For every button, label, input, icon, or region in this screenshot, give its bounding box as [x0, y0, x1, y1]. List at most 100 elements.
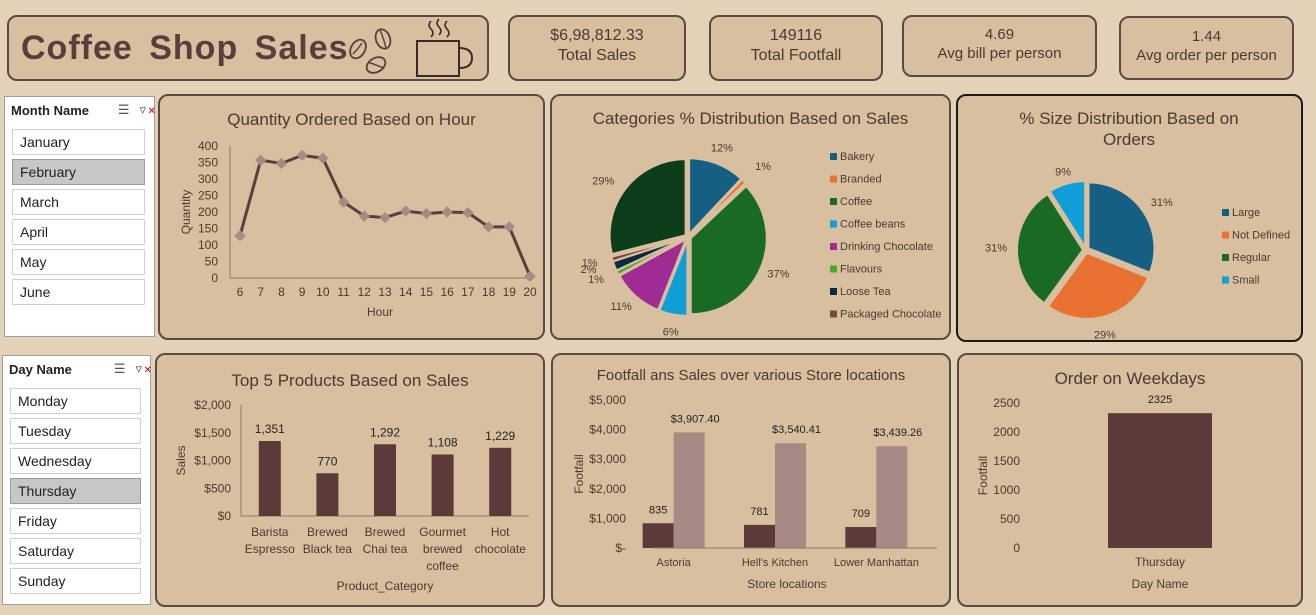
slicer-item-friday[interactable]: Friday: [10, 508, 141, 534]
legend-swatch: [830, 243, 837, 250]
data-point: [441, 206, 453, 218]
slicer-item-sunday[interactable]: Sunday: [10, 568, 141, 594]
kpi-label: Total Footfall: [750, 47, 842, 64]
y-tick-label: 100: [198, 238, 218, 252]
x-tick-label: 8: [278, 285, 285, 299]
slicer-item-february[interactable]: February: [12, 159, 145, 185]
data-point: [255, 154, 267, 166]
y-tick-label: 0: [211, 271, 218, 285]
x-tick-label: Astoria: [657, 557, 692, 569]
bar: [431, 454, 454, 516]
slicer-item-january[interactable]: January: [12, 129, 145, 155]
category-pie-panel: Categories % Distribution Based on Sales…: [550, 94, 951, 340]
store-locations-chart-panel: Footfall ans Sales over various Store lo…: [551, 353, 951, 607]
y-tick-label: $1,500: [194, 426, 231, 440]
y-axis-title: Footfall: [572, 454, 586, 493]
legend-swatch: [830, 310, 837, 318]
x-tick-label: 7: [257, 285, 264, 299]
slicer-item-thursday[interactable]: Thursday: [10, 478, 141, 504]
y-tick-label: 200: [198, 205, 218, 219]
pie-data-label: 31%: [1151, 197, 1173, 209]
data-point: [296, 149, 308, 161]
bar: [744, 524, 775, 548]
bar: [673, 432, 705, 548]
month-slicer: Month Name ☰ ▿ ✕ January February March A…: [4, 96, 156, 337]
x-tick-label: Lower Manhattan: [834, 557, 919, 569]
x-tick-label: 13: [378, 285, 392, 299]
slicer-item-march[interactable]: March: [12, 189, 145, 215]
legend-swatch: [830, 198, 837, 205]
data-point: [400, 205, 412, 217]
x-tick-label: Barista: [251, 525, 289, 539]
kpi-value: $6,98,812.33: [550, 27, 644, 44]
x-tick-label: 20: [523, 285, 537, 299]
bar: [1108, 413, 1212, 548]
bar-data-label: 2325: [1148, 394, 1172, 406]
legend-label: Branded: [840, 174, 882, 186]
legend-swatch: [830, 153, 837, 160]
top-products-chart: $2,000 $1,500 $1,000 $500 $0 1,351 Barista Espr…: [174, 398, 529, 593]
bar: [876, 446, 908, 548]
y-tick-label: $500: [204, 481, 231, 495]
bar-data-label: 1,108: [428, 436, 458, 450]
y-tick-label: 500: [1000, 512, 1020, 526]
legend-swatch: [1222, 254, 1229, 261]
x-tick-label: 6: [237, 285, 244, 299]
x-tick-label: Gourmet: [419, 525, 466, 539]
legend-label: Regular: [1232, 252, 1271, 264]
clear-filter-icon[interactable]: ▿ ✕: [135, 361, 151, 377]
x-axis-title: Store locations: [747, 577, 826, 591]
pie-data-label: 12%: [711, 142, 733, 154]
hourly-quantity-chart: 400 350 300 250 200 150 100 50 0 6 7 8 9 10 11 12 13 14 15…: [179, 139, 537, 319]
slicer-item-may[interactable]: May: [12, 249, 145, 275]
legend-label: Large: [1232, 207, 1260, 219]
slicer-item-april[interactable]: April: [12, 219, 145, 245]
slicer-item-wednesday[interactable]: Wednesday: [10, 448, 141, 474]
kpi-value: 149116: [769, 27, 823, 44]
slicer-item-saturday[interactable]: Saturday: [10, 538, 141, 564]
pie-data-label: 29%: [592, 176, 614, 188]
x-axis-title: Hour: [367, 305, 393, 319]
bar-data-label: 835: [649, 504, 667, 516]
x-tick-label: 17: [461, 285, 475, 299]
x-tick-label: chocolate: [475, 542, 527, 556]
bar: [258, 441, 281, 516]
bar-data-label: 1,229: [485, 429, 515, 443]
x-tick-label: Espresso: [245, 542, 295, 556]
y-tick-label: $2,000: [194, 398, 231, 412]
slicer-item-tuesday[interactable]: Tuesday: [10, 418, 141, 444]
bar: [316, 473, 339, 516]
legend-label: Loose Tea: [840, 286, 891, 298]
y-tick-label: $1,000: [589, 511, 626, 525]
y-tick-label: $5,000: [589, 393, 626, 407]
bar: [489, 447, 512, 516]
data-point: [234, 230, 246, 242]
multi-select-icon[interactable]: ☰: [118, 102, 130, 118]
pie-data-label: 1%: [755, 161, 771, 173]
kpi-value: 1.44: [1191, 28, 1222, 45]
data-point: [275, 157, 288, 170]
y-tick-label: 400: [198, 139, 218, 153]
legend-label: Drinking Chocolate: [840, 241, 933, 253]
slicer-item-monday[interactable]: Monday: [10, 388, 141, 414]
legend-swatch: [830, 175, 837, 183]
bar-data-label: $3,540.41: [772, 424, 821, 436]
page-title: Coffee Shop Sales: [21, 29, 349, 67]
kpi-value: 4.69: [984, 26, 1015, 43]
pie-data-label: 9%: [1055, 166, 1071, 178]
slicer-item-june[interactable]: June: [12, 279, 145, 305]
hourly-quantity-chart-panel: Quantity Ordered Based on Hour 400 350 300…: [158, 94, 545, 340]
y-axis-title: Footfall: [976, 456, 990, 495]
legend-label: Small: [1232, 275, 1260, 287]
x-axis-title: Product_Category: [337, 579, 434, 593]
bar-data-label: 709: [852, 508, 870, 520]
day-slicer: Day Name ☰ ▿ ✕ Monday Tuesday Wednesday T…: [2, 355, 152, 605]
y-tick-label: 1000: [993, 483, 1020, 497]
multi-select-icon[interactable]: ☰: [114, 361, 126, 377]
y-tick-label: $4,000: [589, 423, 626, 437]
y-tick-label: $3,000: [589, 452, 626, 466]
y-tick-label: 250: [198, 189, 218, 203]
clear-filter-icon[interactable]: ▿ ✕: [139, 102, 155, 118]
legend-swatch: [1222, 231, 1229, 239]
coffee-cup-icon: [416, 18, 474, 77]
